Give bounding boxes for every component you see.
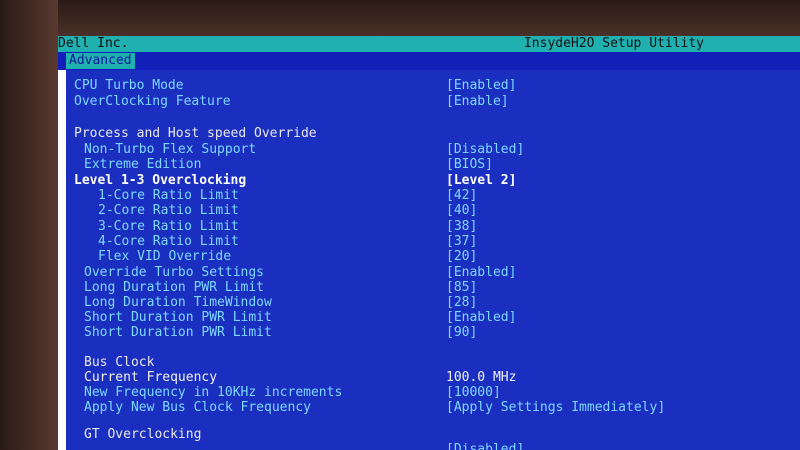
setting-value[interactable]: [Disabled]: [446, 442, 524, 450]
setting-label[interactable]: Long Duration TimeWindow: [84, 295, 272, 310]
setting-value[interactable]: [37]: [446, 234, 477, 249]
setting-value[interactable]: [Enable]: [446, 94, 509, 109]
setting-value[interactable]: [90]: [446, 325, 477, 340]
setting-value[interactable]: [20]: [446, 249, 477, 264]
setting-label[interactable]: 2-Core Ratio Limit: [98, 203, 239, 218]
setting-label: Current Frequency: [84, 370, 218, 385]
monitor-bezel-left: [0, 0, 58, 450]
setting-value[interactable]: [Enabled]: [446, 310, 516, 325]
setting-label[interactable]: Override Turbo Settings: [84, 265, 264, 280]
setting-value[interactable]: [85]: [446, 280, 477, 295]
setting-label[interactable]: CPU Turbo Mode: [74, 78, 184, 93]
setting-label[interactable]: New Frequency in 10KHz increments: [84, 385, 342, 400]
setting-label[interactable]: Level 1-3 Overclocking: [74, 173, 246, 188]
setting-label[interactable]: 4-Core Ratio Limit: [98, 234, 239, 249]
setting-value[interactable]: [10000]: [446, 385, 501, 400]
setting-label[interactable]: Short Duration PWR Limit: [84, 325, 272, 340]
setting-value[interactable]: [BIOS]: [446, 157, 493, 172]
setting-label[interactable]: Short Duration PWR Limit: [84, 310, 272, 325]
section-heading: GT Overclocking: [84, 427, 202, 442]
setting-value: 100.0 MHz: [446, 370, 517, 385]
menu-bar: Advanced: [58, 52, 800, 70]
setting-label[interactable]: 3-Core Ratio Limit: [98, 219, 239, 234]
section-heading: Process and Host speed Override: [74, 126, 317, 141]
setting-value[interactable]: [Level 2]: [446, 173, 516, 188]
setting-value[interactable]: [Disabled]: [446, 142, 524, 157]
monitor-bezel-top: [0, 0, 800, 36]
vendor-name: Dell Inc.: [58, 36, 129, 51]
setting-label[interactable]: Long Duration PWR Limit: [84, 280, 264, 295]
setting-value[interactable]: [Enabled]: [446, 78, 516, 93]
title-bar: Dell Inc. InsydeH2O Setup Utility: [58, 36, 800, 52]
setting-label[interactable]: Flex VID Override: [98, 249, 231, 264]
setting-value[interactable]: [40]: [446, 203, 477, 218]
section-heading: Bus Clock: [84, 355, 155, 370]
settings-panel: CPU Turbo Mode [Enabled] OverClocking Feat…: [66, 70, 800, 450]
setting-label[interactable]: 1-Core Ratio Limit: [98, 188, 239, 203]
setting-label[interactable]: Extreme Edition: [84, 157, 201, 172]
setting-label[interactable]: Non-Turbo Flex Support: [84, 142, 256, 157]
tab-advanced[interactable]: Advanced: [66, 53, 135, 69]
setting-value[interactable]: [Enabled]: [446, 265, 516, 280]
setting-value[interactable]: [42]: [446, 188, 477, 203]
utility-name: InsydeH2O Setup Utility: [523, 36, 704, 51]
setting-value[interactable]: [38]: [446, 219, 477, 234]
setting-label[interactable]: OverClocking Feature: [74, 94, 231, 109]
setting-value[interactable]: [28]: [446, 295, 477, 310]
setting-value[interactable]: [Apply Settings Immediately]: [446, 400, 665, 415]
setting-label[interactable]: Apply New Bus Clock Frequency: [84, 400, 311, 415]
bios-screen: Dell Inc. InsydeH2O Setup Utility Advanc…: [58, 36, 800, 450]
